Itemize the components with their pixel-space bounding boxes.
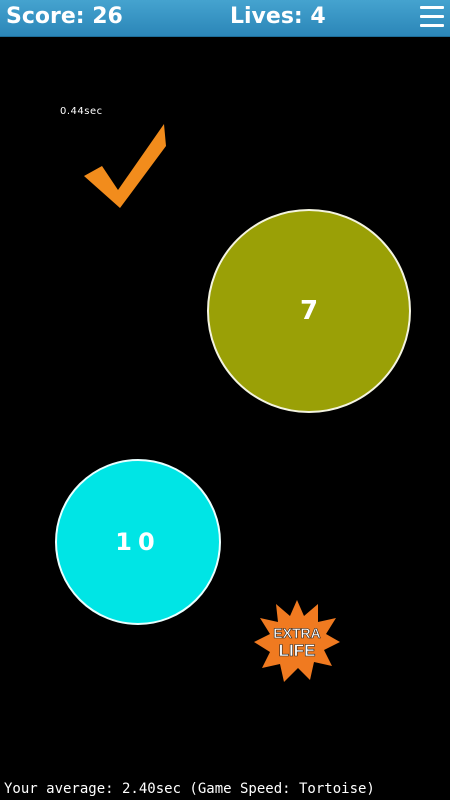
life-label: LIFE bbox=[279, 641, 316, 660]
average-status-bar: Your average: 2.40sec (Game Speed: Torto… bbox=[4, 781, 375, 797]
target-circle-7[interactable]: 7 bbox=[207, 209, 411, 413]
checkmark-icon bbox=[84, 124, 166, 208]
starburst-icon: EXTRA LIFE bbox=[254, 600, 340, 682]
lives-display: Lives: 4 bbox=[230, 4, 326, 29]
extra-label: EXTRA bbox=[273, 625, 320, 641]
hamburger-menu-icon[interactable] bbox=[420, 6, 444, 28]
circle-number: 7 bbox=[299, 296, 319, 326]
extra-life-powerup[interactable]: EXTRA LIFE bbox=[252, 598, 342, 684]
reaction-time-label: 0.44sec bbox=[60, 106, 103, 117]
game-screen: Score: 26 Lives: 4 0.44sec 7 10 EXTRA LI… bbox=[0, 0, 450, 800]
score-display: Score: 26 bbox=[6, 4, 123, 29]
target-circle-10[interactable]: 10 bbox=[55, 459, 221, 625]
top-status-bar: Score: 26 Lives: 4 bbox=[0, 0, 450, 37]
circle-number: 10 bbox=[115, 528, 161, 556]
